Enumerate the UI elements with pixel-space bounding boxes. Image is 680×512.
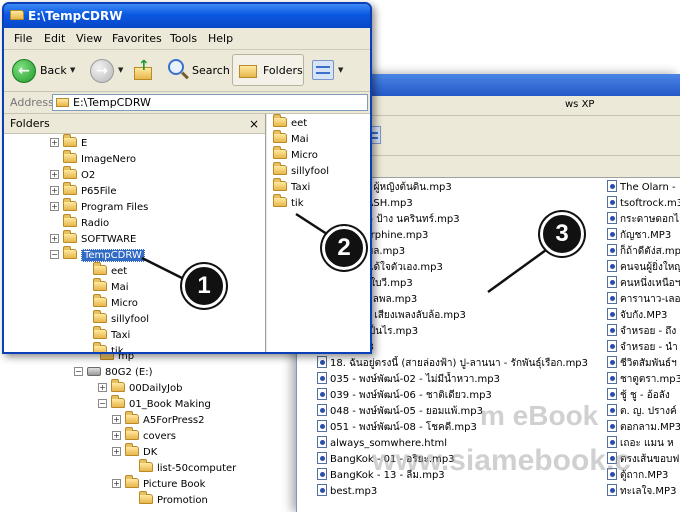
callout-line-3 — [487, 248, 547, 294]
watermark-line-2: www.siamebook.c — [372, 444, 631, 477]
watermark-line-1: m eBook — [480, 400, 599, 431]
callout-3: 3 — [540, 212, 584, 256]
callout-line-2 — [295, 212, 331, 238]
callout-2: 2 — [322, 226, 366, 270]
callout-1: 1 — [182, 264, 226, 308]
